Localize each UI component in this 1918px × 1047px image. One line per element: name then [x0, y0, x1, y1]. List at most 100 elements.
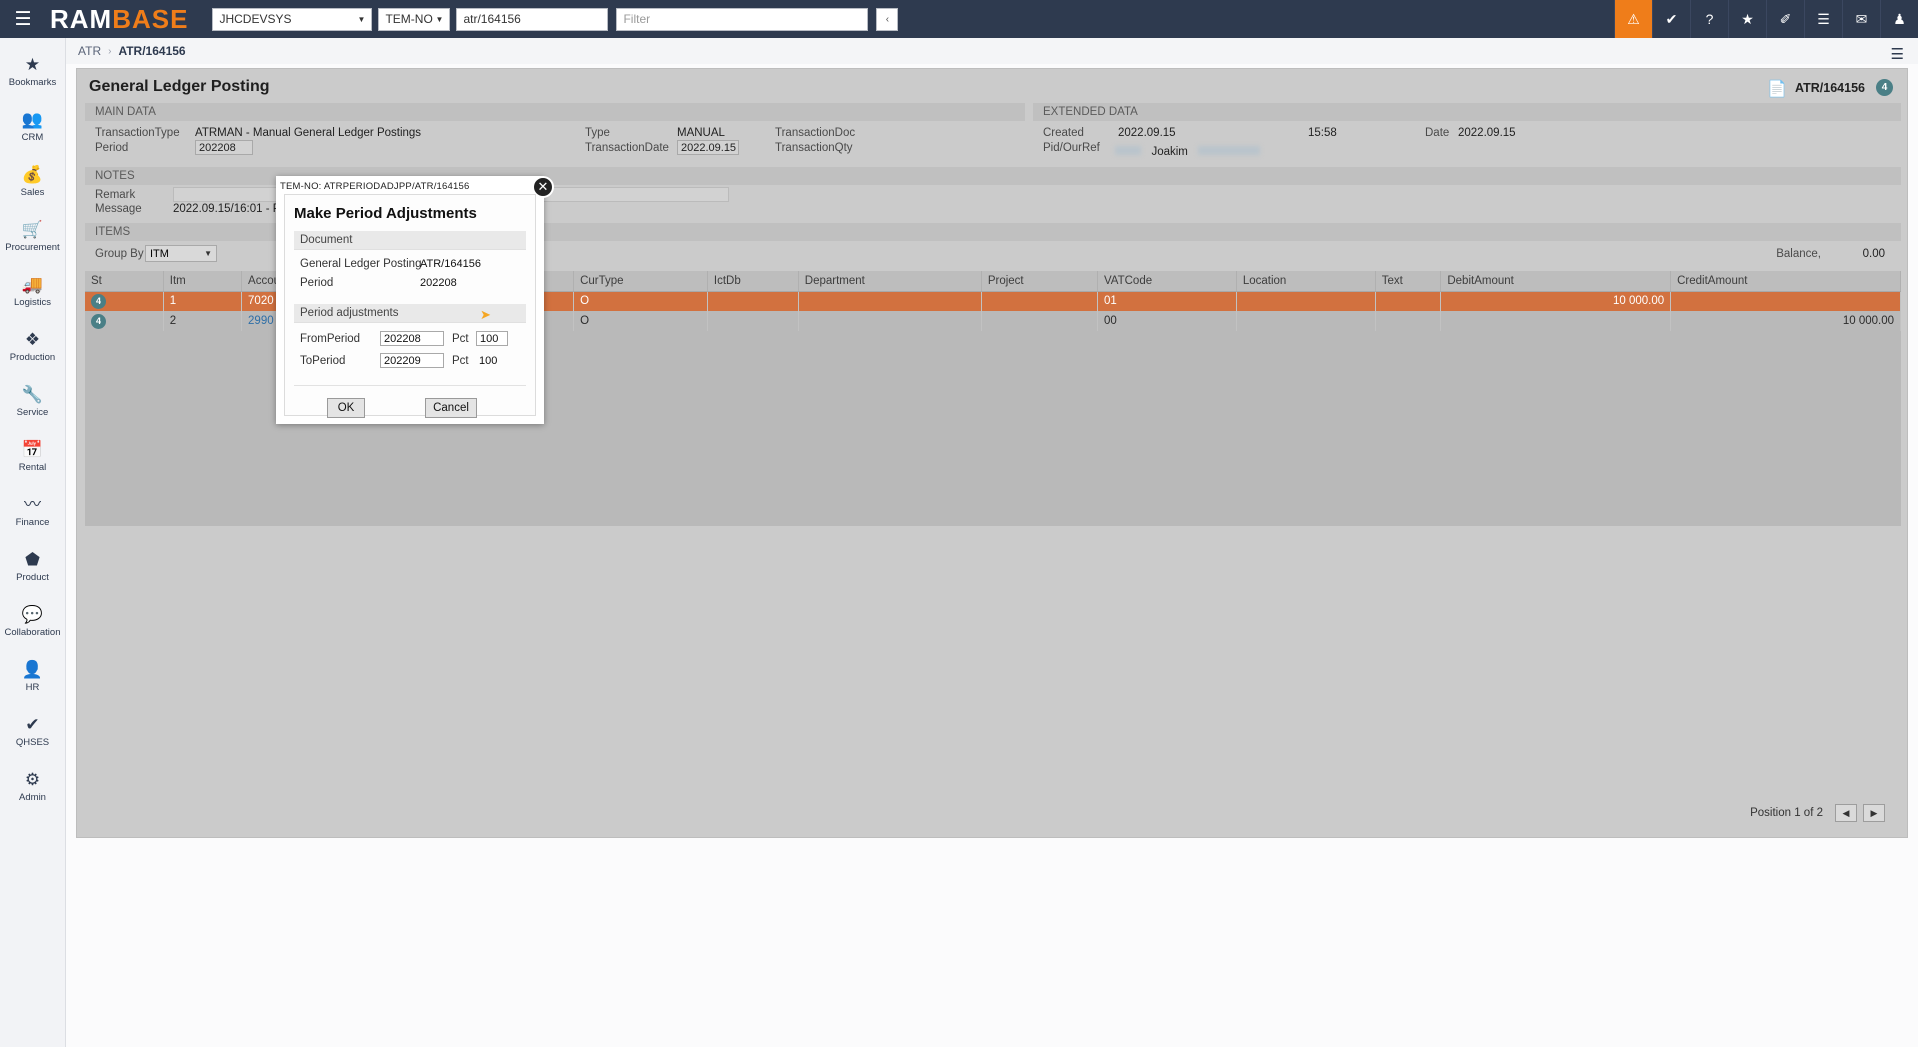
document-id-input[interactable]: atr/164156 [456, 8, 608, 31]
sidebar-item-hr[interactable]: 👤HR [0, 649, 66, 704]
sidebar-item-procurement[interactable]: 🛒Procurement [0, 209, 66, 264]
sidebar-item-label: Bookmarks [9, 77, 57, 88]
mail-icon[interactable]: ✉ [1842, 0, 1880, 38]
collapse-button[interactable]: ‹ [876, 8, 898, 31]
group-by-value: ITM [150, 248, 169, 260]
cell-project [981, 291, 1097, 311]
sidebar-item-label: Collaboration [5, 627, 61, 638]
balance-value: 0.00 [1863, 248, 1885, 260]
document-icon[interactable]: 📄 [1767, 79, 1787, 99]
sidebar-item-label: Admin [19, 792, 46, 803]
to-pct-value[interactable]: 100 [479, 355, 497, 367]
breadcrumb-separator-icon: › [108, 46, 111, 57]
from-period-input[interactable]: 202208 [380, 331, 444, 346]
tasks-icon[interactable]: ☰ [1804, 0, 1842, 38]
row-status-badge: 4 [91, 294, 106, 309]
to-pct-label: Pct [452, 355, 469, 367]
cell-st: 4 [85, 291, 163, 311]
col-creditamount[interactable]: CreditAmount [1671, 271, 1901, 291]
wrench-icon: 🔧 [22, 385, 43, 405]
from-pct-input[interactable]: 100 [476, 331, 508, 346]
menu-icon[interactable]: ☰ [0, 0, 46, 38]
sidebar-item-bookmarks[interactable]: ★Bookmarks [0, 44, 66, 99]
warning-icon[interactable]: ⚠ [1614, 0, 1652, 38]
boxes-icon: ❖ [25, 330, 40, 350]
cell-department [798, 311, 981, 331]
period-input[interactable]: 202208 [195, 140, 253, 155]
glp-label: General Ledger Posting [300, 258, 421, 270]
to-period-input[interactable]: 202209 [380, 353, 444, 368]
ok-button[interactable]: OK [327, 398, 365, 418]
redacted-block [1115, 146, 1141, 155]
to-period-label: ToPeriod [300, 355, 345, 367]
cell-text [1375, 311, 1441, 331]
collapse-icon: ‹ [886, 14, 889, 25]
cell-project [981, 311, 1097, 331]
sidebar-item-label: Rental [19, 462, 46, 473]
help-icon[interactable]: ? [1690, 0, 1728, 38]
from-period-label: FromPeriod [300, 333, 360, 345]
tem-no-label: TEM-NO: ATRPERIODADJPP/ATR/164156 [280, 181, 469, 192]
col-text[interactable]: Text [1375, 271, 1441, 291]
sidebar-item-admin[interactable]: ⚙Admin [0, 759, 66, 814]
sidebar: ★Bookmarks 👥CRM 💰Sales 🛒Procurement 🚚Log… [0, 38, 66, 1047]
transaction-date-input[interactable]: 2022.09.15 [677, 140, 739, 155]
group-by-select[interactable]: ITM ▼ [145, 245, 217, 262]
filter-input[interactable]: Filter [616, 8, 868, 31]
attachment-icon[interactable]: ✐ [1766, 0, 1804, 38]
col-itm[interactable]: Itm [163, 271, 241, 291]
breadcrumb-root[interactable]: ATR [78, 44, 101, 58]
type-label: Type [585, 127, 610, 139]
cell-debitamount [1441, 311, 1671, 331]
sidebar-item-crm[interactable]: 👥CRM [0, 99, 66, 154]
favorites-icon[interactable]: ★ [1728, 0, 1766, 38]
tasks-glyph: ☰ [1817, 11, 1830, 28]
favorites-glyph: ★ [1741, 11, 1754, 28]
col-curtype[interactable]: CurType [574, 271, 708, 291]
company-select[interactable]: JHCDEVSYS ▼ [212, 8, 372, 31]
sidebar-item-qhses[interactable]: ✔QHSES [0, 704, 66, 759]
cell-ictdb [707, 311, 798, 331]
main-data-section: MAIN DATA TransactionType ATRMAN - Manua… [85, 103, 1025, 161]
approval-icon[interactable]: ✔ [1652, 0, 1690, 38]
prev-page-button[interactable]: ◀ [1835, 804, 1857, 822]
transaction-date-label: TransactionDate [585, 142, 669, 154]
sidebar-item-finance[interactable]: 〰Finance [0, 484, 66, 539]
col-vatcode[interactable]: VATCode [1097, 271, 1236, 291]
context-menu-icon[interactable]: ☰ [1891, 45, 1904, 63]
breadcrumb-current: ATR/164156 [118, 44, 185, 58]
rambase-logo: RAMBASE [50, 6, 188, 32]
sidebar-item-label: Product [16, 572, 49, 583]
top-bar: ☰ RAMBASE JHCDEVSYS ▼ TEM-NO ▼ atr/16415… [0, 0, 1918, 38]
cancel-button[interactable]: Cancel [425, 398, 477, 418]
ourref-name: Joakim [1151, 146, 1187, 158]
type-value: MANUAL [677, 127, 725, 139]
sidebar-item-label: Production [10, 352, 55, 363]
sidebar-item-production[interactable]: ❖ Production [0, 319, 66, 374]
modal-period-value: 202208 [420, 277, 457, 289]
sidebar-item-collaboration[interactable]: 💬Collaboration [0, 594, 66, 649]
col-st[interactable]: St [85, 271, 163, 291]
sidebar-item-sales[interactable]: 💰Sales [0, 154, 66, 209]
col-ictdb[interactable]: IctDb [707, 271, 798, 291]
col-debitamount[interactable]: DebitAmount [1441, 271, 1671, 291]
main-data-header: MAIN DATA [85, 103, 1025, 121]
sidebar-item-logistics[interactable]: 🚚Logistics [0, 264, 66, 319]
next-page-button[interactable]: ▶ [1863, 804, 1885, 822]
cell-vatcode: 01 [1097, 291, 1236, 311]
cell-department [798, 291, 981, 311]
breadcrumb: ATR › ATR/164156 ☰ [66, 38, 1918, 64]
from-period-row: FromPeriod 202208 Pct 100 [294, 329, 526, 351]
sidebar-item-product[interactable]: ⬟Product [0, 539, 66, 594]
col-department[interactable]: Department [798, 271, 981, 291]
sidebar-item-service[interactable]: 🔧Service [0, 374, 66, 429]
cell-location [1236, 291, 1375, 311]
col-project[interactable]: Project [981, 271, 1097, 291]
user-icon[interactable]: ♟ [1880, 0, 1918, 38]
pagination-bar: Position 1 of 2 ◀ ▶ [85, 801, 1901, 827]
sidebar-item-rental[interactable]: 📅Rental [0, 429, 66, 484]
col-location[interactable]: Location [1236, 271, 1375, 291]
period-adjustments-section: Period adjustments FromPeriod 202208 Pct… [294, 304, 526, 373]
temno-select[interactable]: TEM-NO ▼ [378, 8, 450, 31]
glp-row: General Ledger Posting ATR/164156 [294, 256, 526, 275]
